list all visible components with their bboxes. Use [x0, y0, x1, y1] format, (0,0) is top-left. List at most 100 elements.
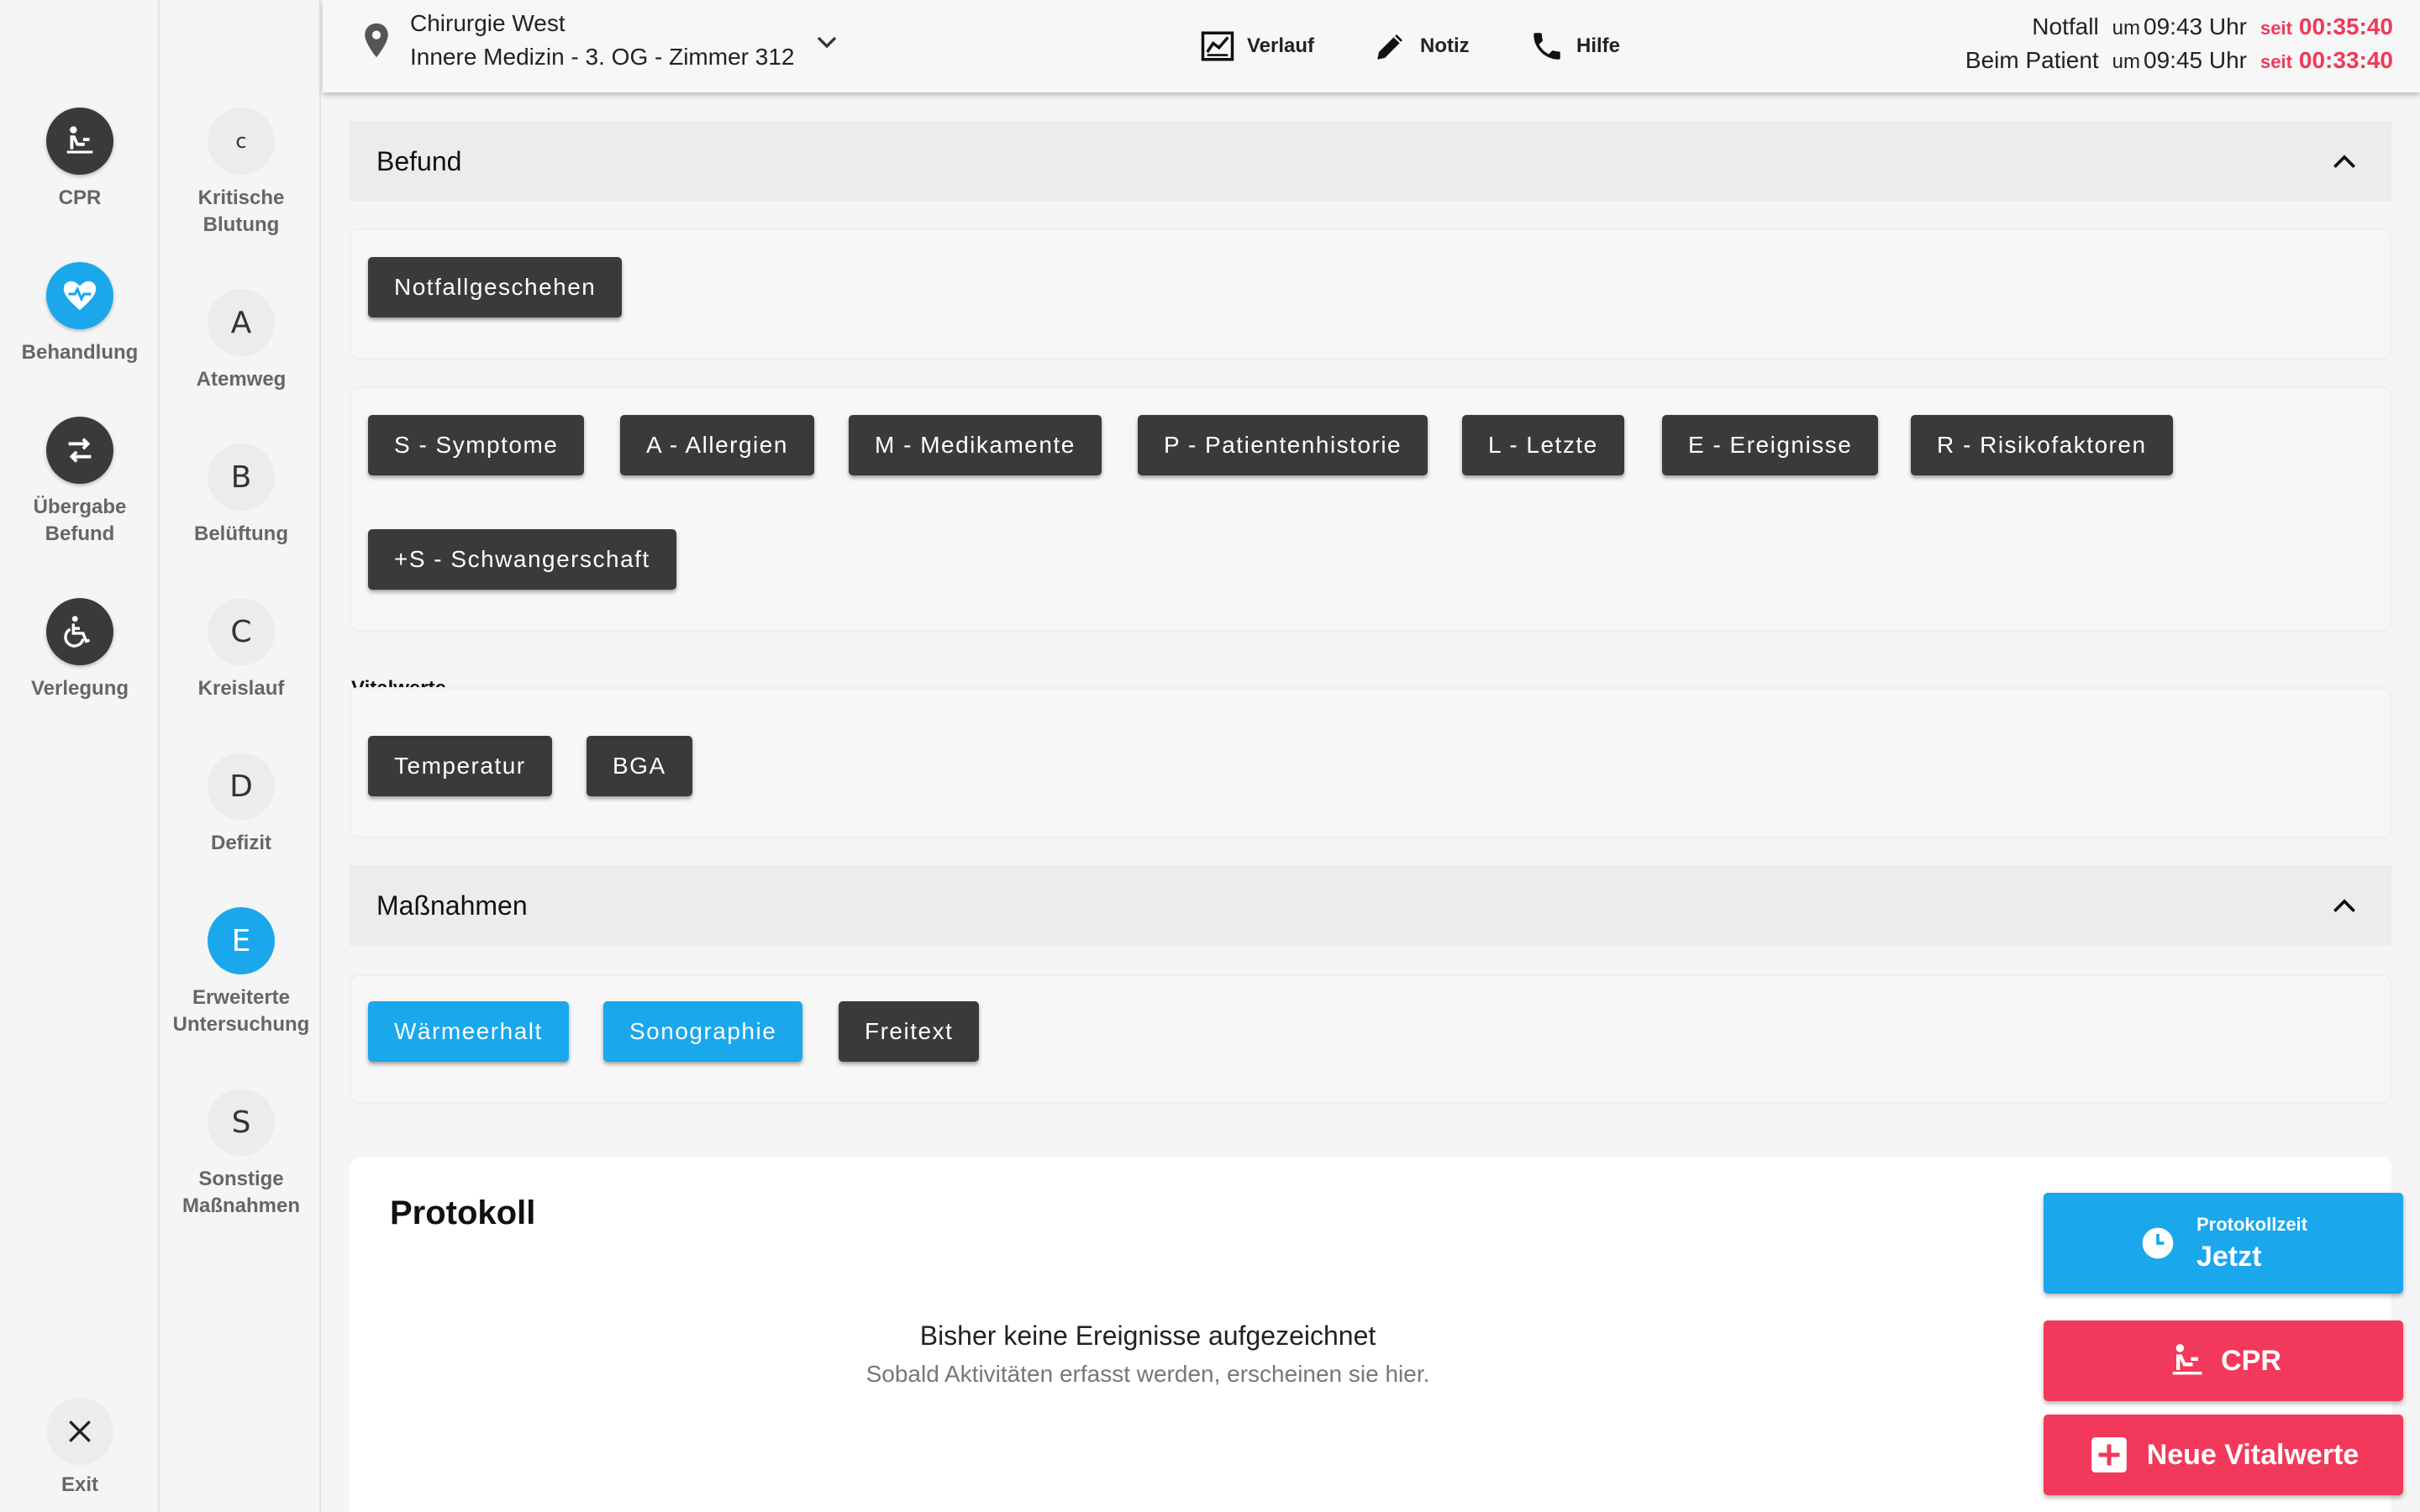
- notiz-button[interactable]: Notiz: [1373, 27, 1470, 66]
- abcde-letter: C: [208, 598, 275, 665]
- timer-duration: 00:33:40: [2298, 47, 2393, 73]
- timer-um: um: [2112, 50, 2141, 73]
- abcde-label: Atemweg: [196, 368, 287, 391]
- timer-duration: 00:35:40: [2298, 13, 2393, 39]
- abcde-label-line2: Maßnahmen: [182, 1194, 300, 1217]
- abcde-item-sonstige-massnahmen[interactable]: S Sonstige Maßnahmen: [161, 1089, 321, 1220]
- nav-item-cpr[interactable]: CPR: [0, 108, 160, 212]
- hilfe-button[interactable]: Hilfe: [1529, 27, 1620, 66]
- sampler-l-button[interactable]: L - Letzte: [1462, 415, 1624, 475]
- main-nav: CPR Behandlung Übergabe Befund Verlegung…: [0, 0, 160, 1512]
- abcde-label: Erweiterte Untersuchung: [173, 984, 310, 1038]
- bga-button[interactable]: BGA: [587, 736, 692, 796]
- cpr-icon: [46, 108, 113, 175]
- sampler-schwangerschaft-button[interactable]: +S - Schwangerschaft: [368, 529, 676, 590]
- timer-label: Beim Patient: [1965, 47, 2099, 73]
- hilfe-label: Hilfe: [1576, 34, 1621, 57]
- sampler-s-button[interactable]: S - Symptome: [368, 415, 585, 475]
- massnahmen-card: Wärmeerhalt Sonographie Freitext: [350, 974, 2391, 1104]
- sampler-p-button[interactable]: P - Patientenhistorie: [1138, 415, 1428, 475]
- abcde-label-line1: Kritische: [197, 186, 285, 209]
- freitext-button[interactable]: Freitext: [839, 1001, 980, 1062]
- timer-label: Notfall: [2032, 13, 2099, 39]
- sampler-r-button[interactable]: R - Risikofaktoren: [1911, 415, 2173, 475]
- timer-seit: seit: [2260, 51, 2292, 72]
- chevron-up-icon[interactable]: [2328, 144, 2361, 178]
- abcde-item-defizit[interactable]: D Defizit: [161, 753, 321, 857]
- verlauf-button[interactable]: Verlauf: [1200, 27, 1314, 66]
- heart-pulse-icon: [46, 262, 113, 329]
- sonographie-button[interactable]: Sonographie: [603, 1001, 803, 1062]
- timer-beim-patient: Beim Patient um 09:45 Uhr seit 00:33:40: [1965, 47, 2393, 81]
- abcde-item-belueftung[interactable]: B Belüftung: [161, 444, 321, 548]
- location-pin-icon: [365, 23, 388, 58]
- pencil-icon: [1377, 34, 1402, 60]
- nav-item-verlegung[interactable]: Verlegung: [0, 598, 160, 702]
- close-icon: [46, 1398, 113, 1465]
- massnahmen-section-header[interactable]: Maßnahmen: [350, 865, 2391, 946]
- notiz-label: Notiz: [1420, 34, 1470, 57]
- abcde-label-line2: Blutung: [203, 213, 280, 236]
- timer-notfall: Notfall um 09:43 Uhr seit 00:35:40: [1965, 13, 2393, 47]
- massnahmen-title: Maßnahmen: [376, 890, 528, 921]
- abcde-label: Defizit: [211, 832, 271, 854]
- sampler-e-button[interactable]: E - Ereignisse: [1662, 415, 1879, 475]
- temperatur-button[interactable]: Temperatur: [368, 736, 552, 796]
- sampler-card: S - Symptome A - Allergien M - Medikamen…: [350, 386, 2391, 632]
- timer-seit: seit: [2260, 18, 2292, 39]
- wheelchair-icon: [46, 598, 113, 665]
- befund-section-header[interactable]: Befund: [350, 121, 2391, 202]
- nav-item-behandlung[interactable]: Behandlung: [0, 262, 160, 366]
- cpr-button[interactable]: CPR: [2044, 1320, 2403, 1401]
- cpr-icon: [2172, 1344, 2202, 1375]
- abcde-label: Belüftung: [194, 522, 288, 545]
- nav-label-uebergabe-line1: Übergabe: [33, 496, 127, 518]
- timer-clock: 09:43 Uhr: [2144, 13, 2247, 39]
- clock-icon: [2142, 1227, 2174, 1259]
- exit-button[interactable]: Exit: [0, 1398, 160, 1499]
- location-ward[interactable]: Chirurgie West: [410, 10, 566, 37]
- phone-icon: [1534, 33, 1560, 60]
- abcde-letter: B: [208, 444, 275, 511]
- sampler-a-button[interactable]: A - Allergien: [620, 415, 814, 475]
- nav-label-cpr: CPR: [58, 186, 102, 209]
- notfall-card: Notfallgeschehen: [350, 228, 2391, 360]
- chart-line-icon: [1201, 31, 1234, 61]
- nav-label-behandlung: Behandlung: [21, 341, 139, 364]
- timers: Notfall um 09:43 Uhr seit 00:35:40 Beim …: [1965, 13, 2393, 81]
- swap-arrows-icon: [46, 417, 113, 484]
- vitalwerte-card: Temperatur BGA: [350, 687, 2391, 838]
- protokollzeit-label: Protokollzeit: [2196, 1213, 2307, 1235]
- sampler-m-button[interactable]: M - Medikamente: [849, 415, 1102, 475]
- nav-item-uebergabe-befund[interactable]: Übergabe Befund: [0, 417, 160, 548]
- neue-vitalwerte-label: Neue Vitalwerte: [2146, 1438, 2360, 1471]
- waermeerhalt-button[interactable]: Wärmeerhalt: [368, 1001, 569, 1062]
- chevron-down-icon[interactable]: [810, 25, 844, 59]
- abcde-item-kritische-blutung[interactable]: c Kritische Blutung: [161, 108, 321, 239]
- nav-label-verlegung: Verlegung: [30, 677, 129, 700]
- neue-vitalwerte-button[interactable]: Neue Vitalwerte: [2044, 1415, 2403, 1495]
- abcde-label: Sonstige Maßnahmen: [182, 1166, 300, 1220]
- abcde-letter: A: [208, 289, 275, 356]
- befund-title: Befund: [376, 145, 462, 176]
- chevron-up-icon[interactable]: [2328, 889, 2361, 922]
- abcde-item-erweiterte-untersuchung[interactable]: E Erweiterte Untersuchung: [161, 907, 321, 1038]
- protokoll-empty-title: Bisher keine Ereignisse aufgezeichnet: [919, 1320, 1376, 1351]
- protokoll-title: Protokoll: [390, 1194, 536, 1231]
- location-room[interactable]: Innere Medizin - 3. OG - Zimmer 312: [410, 44, 794, 71]
- abcde-letter: E: [208, 907, 275, 974]
- abcde-item-kreislauf[interactable]: C Kreislauf: [161, 598, 321, 702]
- abcde-label-line2: Untersuchung: [172, 1013, 310, 1036]
- abcde-item-atemweg[interactable]: A Atemweg: [161, 289, 321, 393]
- abcde-label-line1: Erweiterte: [192, 986, 291, 1009]
- abcde-letter: D: [208, 753, 275, 820]
- cpr-label: CPR: [2221, 1344, 2281, 1377]
- exit-label: Exit: [60, 1473, 98, 1496]
- protokollzeit-value: Jetzt: [2196, 1240, 2262, 1273]
- abcde-label: Kritische Blutung: [198, 185, 285, 239]
- notfallgeschehen-button[interactable]: Notfallgeschehen: [368, 257, 623, 318]
- abcde-letter: S: [208, 1089, 275, 1156]
- abcde-letter: c: [208, 108, 275, 175]
- abcde-label-line1: Sonstige: [198, 1168, 284, 1190]
- protokollzeit-button[interactable]: Protokollzeit Jetzt: [2044, 1193, 2403, 1294]
